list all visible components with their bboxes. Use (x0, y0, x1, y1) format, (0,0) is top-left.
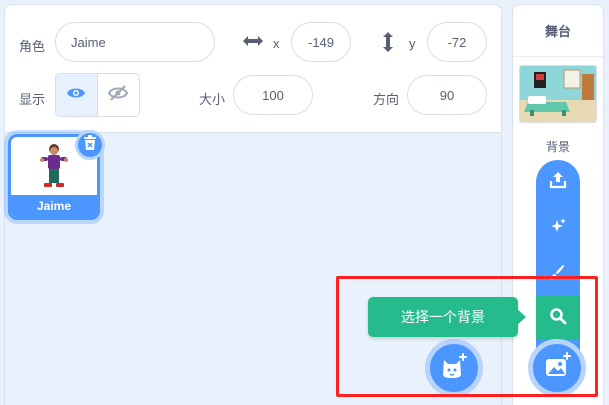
direction-label: 方向 (373, 92, 400, 107)
stage-thumbnail[interactable] (519, 65, 597, 123)
highlight-box (336, 276, 598, 397)
visibility-toggle (55, 73, 140, 117)
y-input[interactable]: -72 (427, 22, 487, 62)
y-label: y (409, 36, 416, 51)
sprite-name-input[interactable]: Jaime (55, 22, 215, 62)
sprite-info-panel: 角色 Jaime x -149 y -72 显示 大小 100 方向 90 (5, 5, 501, 133)
vertical-arrows-icon (381, 30, 395, 54)
direction-input[interactable]: 90 (407, 75, 487, 115)
stage-title: 舞台 (513, 5, 603, 57)
sprite-label: 角色 (19, 39, 46, 54)
trash-icon (83, 134, 97, 156)
sprite-thumbnail (39, 143, 69, 196)
backdrops-label: 背景 (545, 140, 570, 154)
x-input[interactable]: -149 (291, 22, 351, 62)
upload-backdrop-button[interactable] (536, 160, 580, 204)
x-label: x (273, 36, 280, 51)
scratch-target-pane: 角色 Jaime x -149 y -72 显示 大小 100 方向 90 Ja… (0, 0, 609, 405)
eye-icon (66, 86, 86, 105)
hide-sprite-button[interactable] (98, 74, 140, 116)
horizontal-arrows-icon (241, 33, 265, 49)
surprise-icon (549, 217, 567, 240)
upload-icon (549, 171, 567, 194)
size-label: 大小 (199, 92, 226, 107)
size-input[interactable]: 100 (233, 75, 313, 115)
delete-sprite-button[interactable] (75, 130, 105, 160)
show-sprite-button[interactable] (56, 74, 98, 116)
show-label: 显示 (19, 92, 46, 107)
eye-off-icon (108, 84, 129, 107)
sprite-name: Jaime (11, 195, 97, 217)
surprise-backdrop-button[interactable] (536, 206, 580, 250)
